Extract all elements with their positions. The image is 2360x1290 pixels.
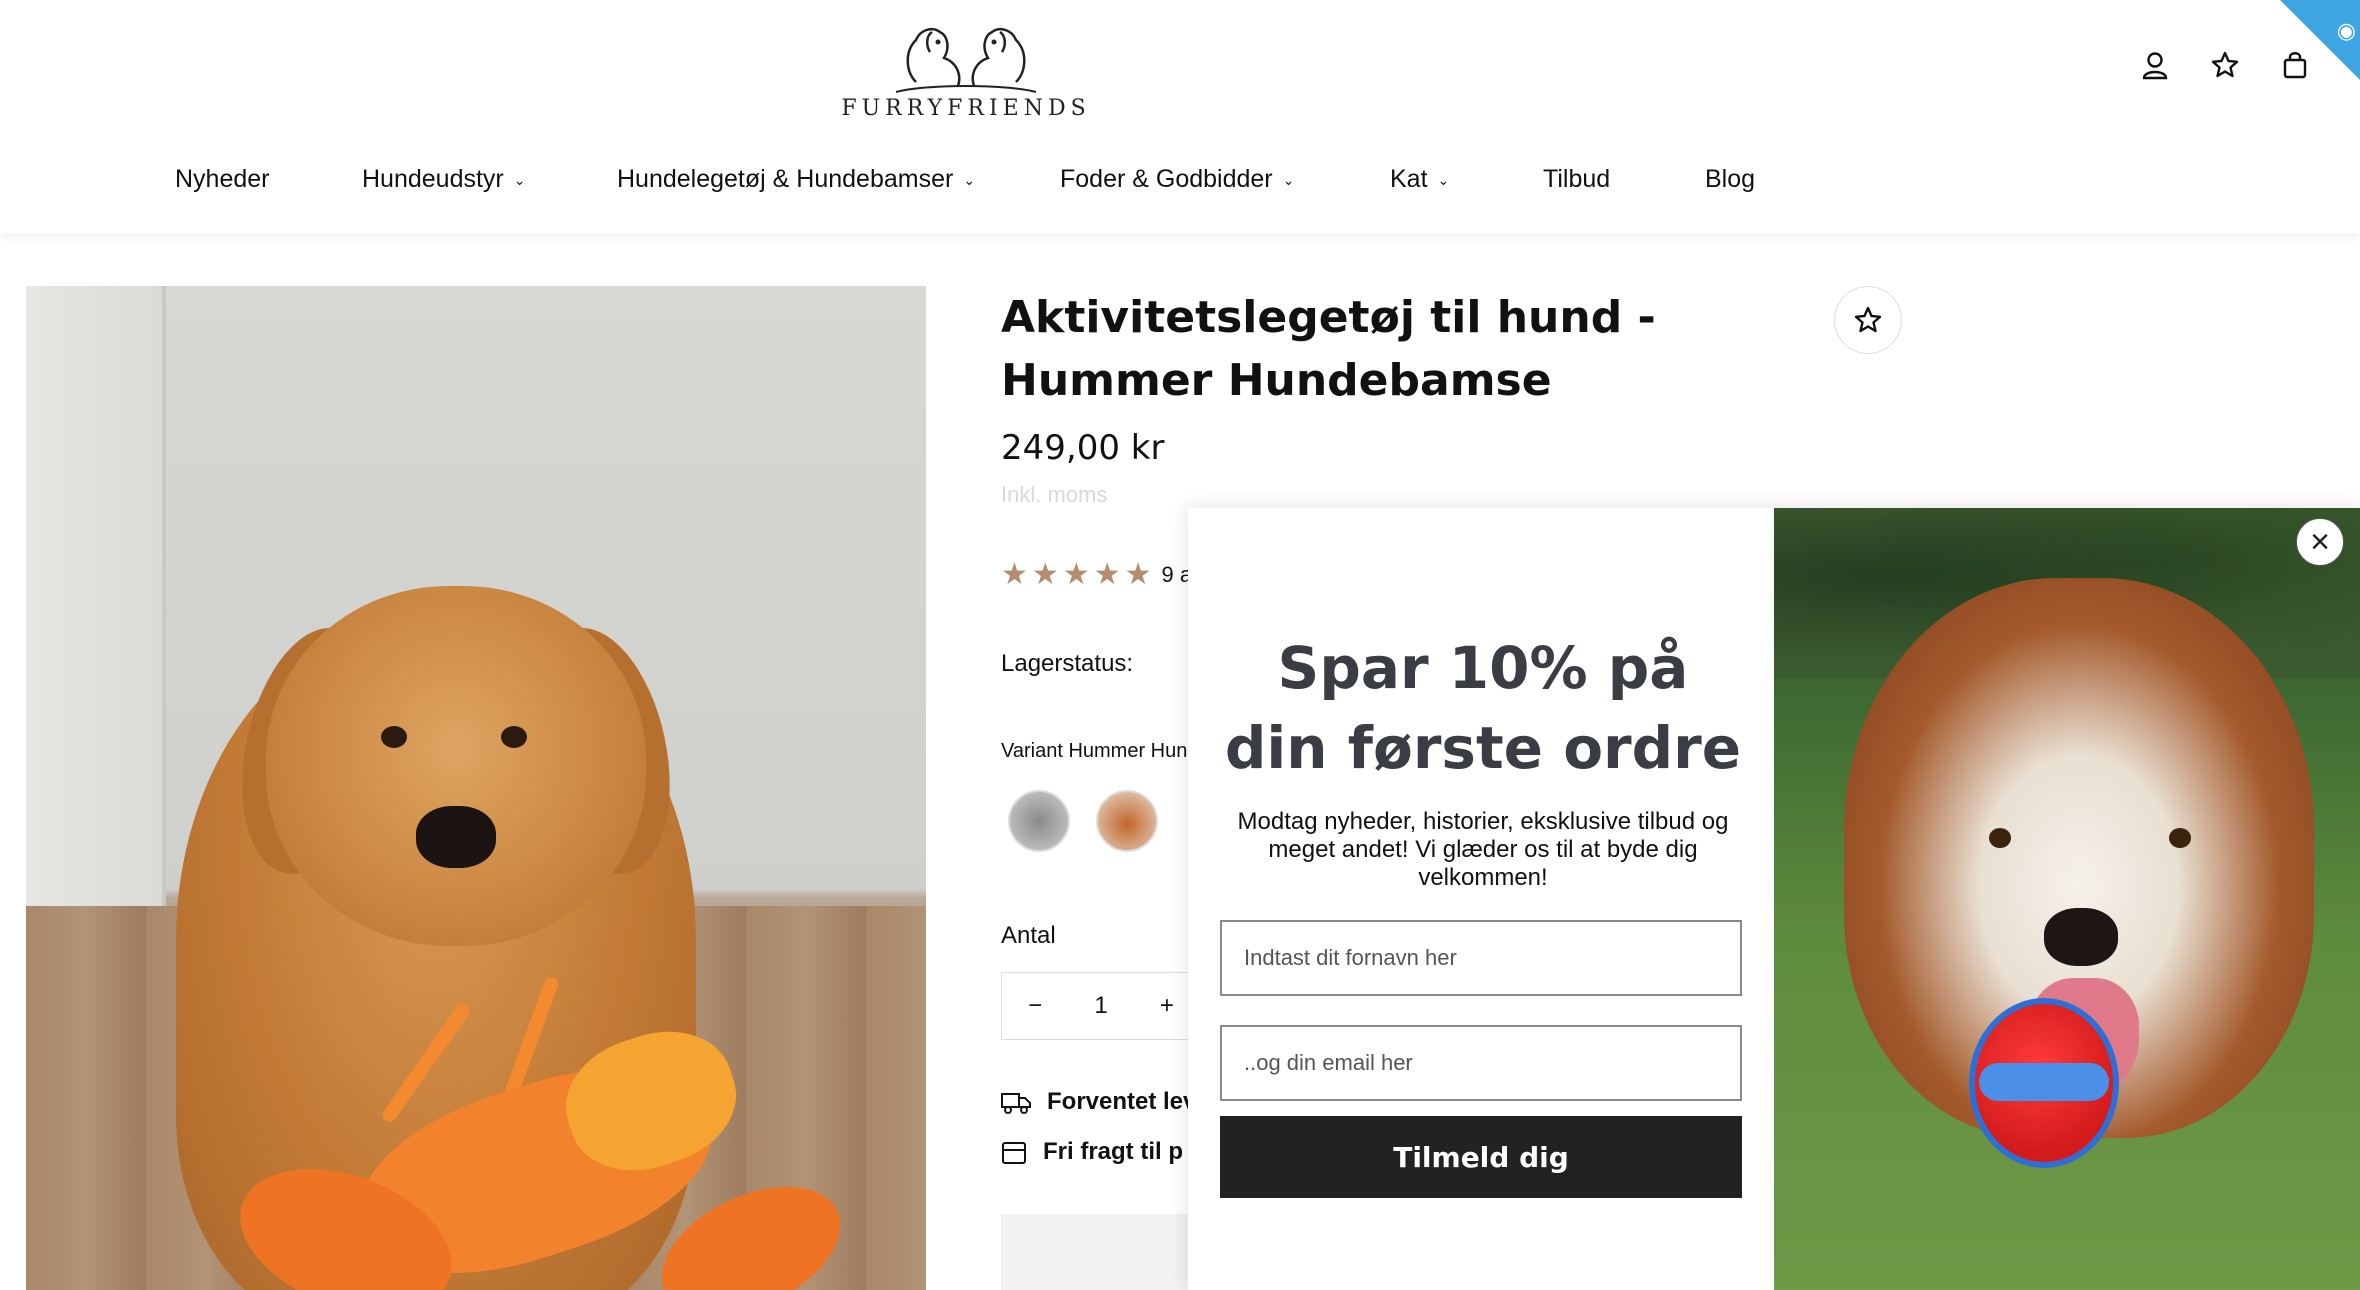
star-icon[interactable] bbox=[2210, 50, 2240, 80]
star-filled-icon: ★ bbox=[1124, 558, 1152, 591]
image-dog-eye bbox=[501, 726, 527, 748]
chevron-down-icon: ⌄ bbox=[1282, 172, 1295, 188]
nav-item-label: Blog bbox=[1705, 165, 1756, 193]
main-nav: Nyheder Hundeudstyr ⌄ Hundelegetøj & Hun… bbox=[0, 165, 2360, 207]
site-header: FURRYFRIENDS ◉ Nyheder Hundeudstyr ⌄ Hun… bbox=[0, 0, 2360, 233]
star-filled-icon: ★ bbox=[1093, 558, 1121, 591]
stock-label: Lagerstatus: bbox=[1001, 650, 1134, 677]
quantity-label: Antal bbox=[1001, 922, 1056, 949]
variant-swatch[interactable] bbox=[1008, 790, 1070, 852]
nav-item-tilbud[interactable]: Tilbud bbox=[1543, 165, 1610, 194]
user-icon[interactable] bbox=[2140, 50, 2170, 80]
shipping-expected-row: Forventet lev bbox=[1001, 1088, 1196, 1116]
popup-form-panel: Spar 10% på din første ordre Modtag nyhe… bbox=[1188, 508, 1774, 1290]
close-icon: × bbox=[2310, 523, 2330, 561]
newsletter-popup: Spar 10% på din første ordre Modtag nyhe… bbox=[1188, 508, 2360, 1290]
image-dog-eye bbox=[2169, 828, 2191, 848]
wishlist-button[interactable] bbox=[1834, 286, 1902, 354]
product-image[interactable] bbox=[26, 286, 926, 1290]
nav-item-foder[interactable]: Foder & Godbidder ⌄ bbox=[1060, 165, 1294, 194]
subscribe-button[interactable]: Tilmeld dig bbox=[1220, 1116, 1742, 1198]
nav-item-label: Hundelegetøj & Hundebamser bbox=[617, 165, 954, 193]
box-icon bbox=[1002, 1142, 1026, 1164]
rating-stars[interactable]: ★ ★ ★ ★ ★ 9 an bbox=[1001, 560, 1204, 590]
chevron-down-icon: ⌄ bbox=[513, 172, 526, 188]
star-icon bbox=[1854, 306, 1882, 333]
image-door bbox=[26, 286, 166, 946]
star-filled-icon: ★ bbox=[1031, 558, 1059, 591]
nav-item-label: Tilbud bbox=[1543, 165, 1611, 193]
nav-item-label: Hundeudstyr bbox=[362, 165, 504, 193]
popup-title: Spar 10% på din første ordre bbox=[1224, 634, 1742, 782]
eye-icon: ◉ bbox=[2336, 18, 2356, 43]
quantity-value[interactable]: 1 bbox=[1094, 992, 1107, 1020]
nav-item-hundeudstyr[interactable]: Hundeudstyr ⌄ bbox=[362, 165, 525, 194]
image-ball-bone bbox=[1979, 1063, 2109, 1101]
image-dog-head bbox=[266, 586, 646, 946]
image-dog-eye bbox=[1989, 828, 2011, 848]
popup-description: Modtag nyheder, historier, eksklusive ti… bbox=[1237, 808, 1729, 891]
image-lobster-toy bbox=[220, 975, 861, 1290]
chevron-down-icon: ⌄ bbox=[963, 172, 976, 188]
truck-icon bbox=[1001, 1093, 1031, 1114]
nav-item-hundelegetoj[interactable]: Hundelegetøj & Hundebamser ⌄ bbox=[617, 165, 975, 194]
close-popup-button[interactable]: × bbox=[2296, 518, 2344, 566]
star-filled-icon: ★ bbox=[1001, 558, 1028, 591]
shipping-expected-text: Forventet lev bbox=[1047, 1088, 1197, 1115]
star-filled-icon: ★ bbox=[1062, 558, 1090, 591]
email-field[interactable] bbox=[1220, 1025, 1742, 1101]
nav-item-label: Foder & Godbidder bbox=[1060, 165, 1273, 193]
product-price: 249,00 kr bbox=[1001, 428, 1165, 468]
free-shipping-text: Fri fragt til p bbox=[1043, 1138, 1183, 1165]
vat-note: Inkl. moms bbox=[1001, 482, 1108, 507]
product-title: Aktivitetslegetøj til hund - Hummer Hund… bbox=[1001, 292, 1656, 406]
image-dog-nose bbox=[416, 806, 496, 868]
nav-item-kat[interactable]: Kat ⌄ bbox=[1390, 165, 1449, 194]
image-dog-eye bbox=[381, 726, 407, 748]
variant-swatches bbox=[1008, 790, 1158, 852]
variant-swatch[interactable] bbox=[1096, 790, 1158, 852]
quantity-minus-button[interactable]: − bbox=[1028, 992, 1042, 1020]
logo[interactable]: FURRYFRIENDS bbox=[838, 12, 1094, 122]
nav-item-label: Kat bbox=[1390, 165, 1428, 193]
free-shipping-row: Fri fragt til p bbox=[1001, 1138, 1183, 1166]
image-dog-nose bbox=[2044, 908, 2118, 966]
nav-item-blog[interactable]: Blog bbox=[1705, 165, 1755, 194]
variant-label: Variant Hummer Hun bbox=[1001, 740, 1188, 762]
quantity-plus-button[interactable]: + bbox=[1160, 992, 1174, 1020]
logo-text: FURRYFRIENDS bbox=[841, 96, 1091, 121]
nav-item-label: Nyheder bbox=[175, 165, 270, 193]
accessibility-badge[interactable]: ◉ bbox=[2280, 0, 2360, 80]
popup-dog-image bbox=[1774, 508, 2360, 1290]
chevron-down-icon: ⌄ bbox=[1437, 172, 1450, 188]
firstname-field[interactable] bbox=[1220, 920, 1742, 996]
quantity-stepper: − 1 + bbox=[1001, 972, 1201, 1040]
dogs-logo-icon bbox=[895, 28, 1037, 93]
nav-item-nyheder[interactable]: Nyheder bbox=[175, 165, 270, 194]
